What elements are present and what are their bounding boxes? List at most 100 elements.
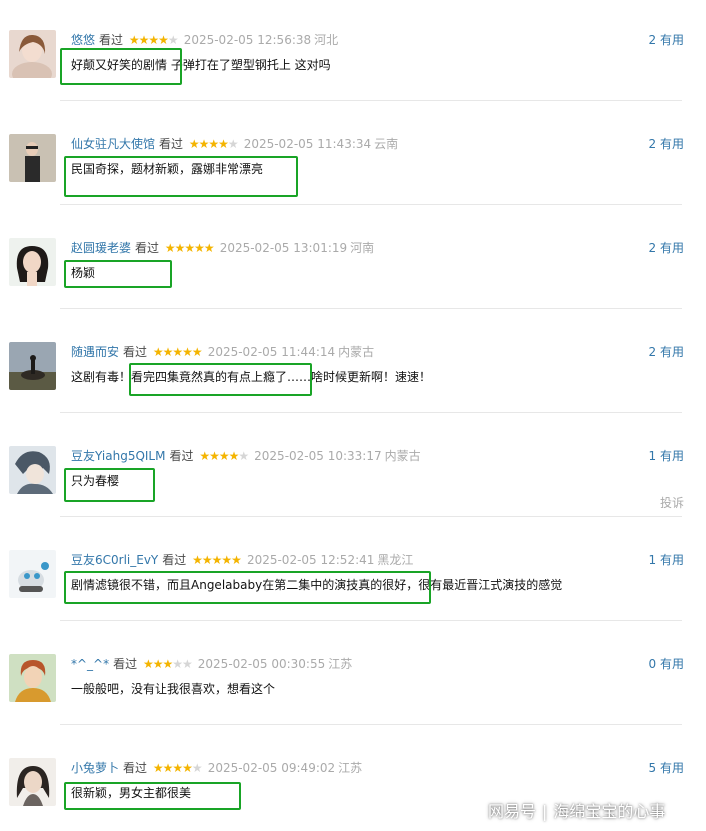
divider: [60, 412, 682, 413]
user-avatar[interactable]: [9, 238, 56, 286]
highlight-box: [129, 363, 312, 396]
watch-status: 看过: [135, 241, 160, 255]
highlight-box: [60, 48, 182, 85]
star-filled-icon: ★: [208, 137, 219, 151]
useful-vote-link[interactable]: 0 有用: [649, 655, 684, 673]
star-empty-icon: ★: [238, 449, 249, 463]
user-avatar[interactable]: [9, 446, 56, 494]
divider: [60, 516, 682, 517]
star-filled-icon: ★: [184, 241, 195, 255]
star-filled-icon: ★: [158, 33, 169, 47]
rating-stars: ★★★★★: [153, 759, 203, 777]
comment-item: *^_^* 看过 ★★★★★ 2025-02-05 00:30:55 江苏 0 有用 …: [0, 624, 706, 728]
comment-location: 云南: [374, 137, 399, 151]
rating-stars: ★★★★★: [165, 239, 215, 257]
star-filled-icon: ★: [191, 345, 203, 359]
star-filled-icon: ★: [138, 33, 150, 47]
comment-item: 赵圆瑗老婆 看过 ★★★★★ 2025-02-05 13:01:19 河南 2 有用 …: [0, 208, 706, 312]
star-filled-icon: ★: [218, 137, 229, 151]
star-empty-icon: ★: [191, 761, 203, 775]
highlight-box: [64, 156, 298, 197]
highlight-box: [64, 260, 172, 288]
watermark: 网易号 | 海绵宝宝的心事: [488, 798, 665, 822]
watch-status: 看过: [123, 345, 148, 359]
star-filled-icon: ★: [218, 449, 230, 463]
watch-status: 看过: [169, 449, 194, 463]
divider: [60, 620, 682, 621]
comment-item: 豆友6C0rli_EvY 看过 ★★★★★ 2025-02-05 12:52:41 黑…: [0, 520, 706, 624]
comment-time: 2025-02-05 12:56:38: [183, 33, 312, 47]
username-link[interactable]: 赵圆瑗老婆: [71, 241, 131, 255]
divider: [60, 724, 682, 725]
star-filled-icon: ★: [188, 137, 200, 151]
star-filled-icon: ★: [211, 553, 223, 567]
watermark-separator: |: [542, 802, 548, 821]
user-avatar[interactable]: [9, 342, 56, 390]
useful-vote-link[interactable]: 2 有用: [649, 343, 684, 361]
username-link[interactable]: *^_^*: [71, 657, 109, 671]
star-filled-icon: ★: [162, 345, 174, 359]
comment-time: 2025-02-05 12:52:41: [246, 553, 375, 567]
highlight-box: [64, 571, 431, 604]
comment-location: 内蒙古: [338, 345, 375, 359]
username-link[interactable]: 豆友Yiahg5QILM: [71, 449, 165, 463]
star-filled-icon: ★: [182, 345, 193, 359]
star-filled-icon: ★: [192, 553, 203, 567]
star-empty-icon: ★: [182, 657, 193, 671]
star-filled-icon: ★: [221, 553, 232, 567]
star-filled-icon: ★: [162, 761, 174, 775]
useful-vote-link[interactable]: 1 有用: [649, 551, 684, 569]
comment-time: 2025-02-05 13:01:19: [219, 241, 348, 255]
comment-item: 豆友Yiahg5QILM 看过 ★★★★★ 2025-02-05 10:33:17 内…: [0, 416, 706, 520]
divider: [60, 308, 682, 309]
highlight-box: [64, 782, 241, 810]
watch-status: 看过: [123, 761, 148, 775]
star-filled-icon: ★: [162, 657, 173, 671]
comment-location: 江苏: [328, 657, 353, 671]
useful-vote-link[interactable]: 2 有用: [649, 135, 684, 153]
highlight-box: [64, 468, 155, 502]
comment-text: 一般般吧，没有让我很喜欢，想看这个: [71, 682, 276, 696]
report-link[interactable]: 投诉: [660, 494, 684, 511]
comment-item: 随遇而安 看过 ★★★★★ 2025-02-05 11:44:14 内蒙古 2 有用 …: [0, 312, 706, 416]
comment-time: 2025-02-05 11:44:14: [207, 345, 336, 359]
rating-stars: ★★★★★: [192, 551, 242, 569]
comment-location: 河南: [350, 241, 375, 255]
user-avatar[interactable]: [9, 134, 56, 182]
username-link[interactable]: 随遇而安: [71, 345, 119, 359]
comment-location: 河北: [314, 33, 339, 47]
rating-stars: ★★★★★: [188, 135, 239, 153]
star-filled-icon: ★: [172, 345, 183, 359]
comment-location: 内蒙古: [384, 449, 421, 463]
useful-vote-link[interactable]: 2 有用: [649, 31, 684, 49]
watch-status: 看过: [159, 137, 184, 151]
comment-location: 黑龙江: [377, 553, 414, 567]
star-empty-icon: ★: [227, 137, 239, 151]
user-avatar[interactable]: [9, 654, 56, 702]
useful-vote-link[interactable]: 5 有用: [649, 759, 684, 777]
watermark-author: 海绵宝宝的心事: [553, 802, 666, 821]
user-avatar[interactable]: [9, 758, 56, 806]
comment-location: 江苏: [338, 761, 363, 775]
rating-stars: ★★★★★: [199, 447, 249, 465]
rating-stars: ★★★★★: [143, 655, 193, 673]
username-link[interactable]: 小兔萝卜: [71, 761, 119, 775]
username-link[interactable]: 仙女驻凡大使馆: [71, 137, 155, 151]
rating-stars: ★★★★★: [153, 343, 203, 361]
star-filled-icon: ★: [209, 449, 220, 463]
rating-stars: ★★★★★: [129, 31, 179, 49]
star-filled-icon: ★: [194, 241, 205, 255]
useful-vote-link[interactable]: 2 有用: [649, 239, 684, 257]
username-link[interactable]: 悠悠: [71, 33, 95, 47]
user-avatar[interactable]: [9, 550, 56, 598]
star-filled-icon: ★: [182, 761, 193, 775]
star-empty-icon: ★: [167, 33, 179, 47]
star-filled-icon: ★: [228, 449, 240, 463]
watch-status: 看过: [162, 553, 187, 567]
username-link[interactable]: 豆友6C0rli_EvY: [71, 553, 158, 567]
user-avatar[interactable]: [9, 30, 56, 78]
divider: [60, 100, 682, 101]
divider: [60, 204, 682, 205]
star-filled-icon: ★: [198, 137, 210, 151]
useful-vote-link[interactable]: 1 有用: [649, 447, 684, 465]
